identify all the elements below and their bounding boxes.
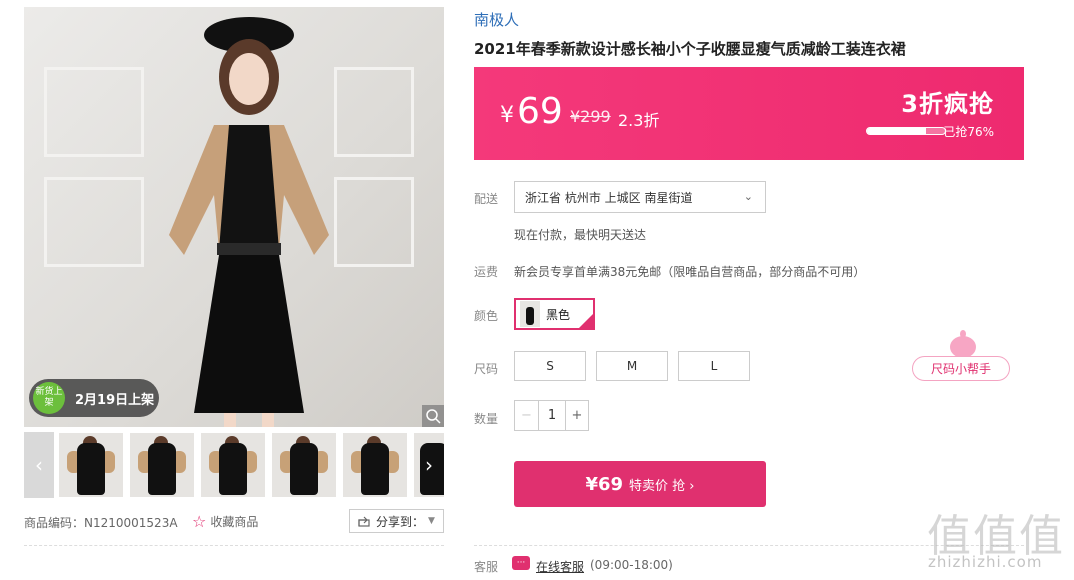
color-swatch [520,301,540,327]
watermark-url: zhizhizhi.com [928,553,1043,571]
buy-now-button[interactable]: ¥69 特卖价 抢 › [514,461,766,507]
current-price: 69 [517,91,563,132]
original-price: ¥299 [570,107,611,126]
favorite-button[interactable]: ☆ 收藏商品 [192,512,258,531]
quantity-increase-button[interactable]: + [565,401,588,430]
thumbnail-4[interactable] [272,433,336,497]
favorite-label: 收藏商品 [210,515,259,529]
delivery-label: 配送 [474,192,499,206]
background-wall-panel [44,67,144,157]
chevron-down-icon: ▼ [428,516,435,526]
delivery-location-value: 浙江省 杭州市 上城区 南星街道 [525,190,693,205]
product-code: 商品编码：N1210001523A [24,516,178,530]
zoom-icon[interactable] [422,405,444,427]
quantity-value[interactable]: 1 [539,401,565,430]
chat-icon: ··· [512,556,530,570]
new-arrival-badge: 新货上架 2月19日上架 [29,379,159,417]
size-label: 尺码 [474,362,499,376]
sold-progress-bar [866,127,946,135]
sold-percentage: 已抢76% [943,125,994,139]
helper-mascot-icon [950,330,976,358]
size-helper-button[interactable]: 尺码小帮手 [912,330,1010,382]
thumbnail-1[interactable] [59,433,123,497]
sold-progress-fill [867,128,927,134]
size-helper-label: 尺码小帮手 [912,356,1010,381]
chevron-down-icon: ⌄ [743,190,753,203]
product-title: 2021年春季新款设计感长袖小个子收腰显瘦气质减龄工装连衣裙 [474,40,906,58]
color-label: 颜色 [474,309,499,323]
color-option-black[interactable]: 黑色 [514,298,595,330]
buy-price: ¥69 [585,473,624,495]
brand-link[interactable]: 南极人 [474,9,519,30]
price-banner: ¥ 69 ¥299 2.3折 3折疯抢 已抢76% [474,67,1024,160]
new-arrival-icon: 新货上架 [33,382,65,414]
color-option-label: 黑色 [546,307,571,322]
customer-service-label: 客服 [474,560,499,574]
share-button[interactable]: 分享到： ▼ [349,509,444,533]
new-arrival-date: 2月19日上架 [75,392,155,408]
delivery-note: 现在付款，最快明天送达 [514,228,647,242]
thumbnail-strip: ‹ › [24,432,444,498]
background-wall-panel [44,177,144,267]
thumbnail-prev-arrow[interactable]: ‹ [24,432,54,498]
size-option-s[interactable]: S [514,351,586,381]
divider [24,545,444,546]
quantity-stepper: − 1 + [514,400,589,431]
buy-label: 特卖价 抢 › [629,478,695,494]
star-icon: ☆ [192,512,207,531]
quantity-label: 数量 [474,412,499,426]
thumbnail-2[interactable] [130,433,194,497]
main-product-image[interactable]: 新货上架 2月19日上架 [24,7,444,427]
background-wall-panel [334,177,414,267]
delivery-location-select[interactable]: 浙江省 杭州市 上城区 南星街道 ⌄ [514,181,766,213]
size-option-l[interactable]: L [678,351,750,381]
thumbnail-5[interactable] [343,433,407,497]
model-wearing-dress [169,17,329,427]
discount-rate: 2.3折 [618,111,660,130]
promo-title: 3折疯抢 [901,90,994,118]
selected-check-icon [579,314,593,328]
shipping-label: 运费 [474,265,499,279]
product-meta-row: 商品编码：N1210001523A ☆ 收藏商品 分享到： ▼ [24,508,444,534]
currency-symbol: ¥ [500,103,514,128]
online-service-link[interactable]: 在线客服 [536,558,584,575]
size-option-m[interactable]: M [596,351,668,381]
share-label: 分享到： [376,514,425,529]
share-icon [358,516,370,527]
thumbnail-3[interactable] [201,433,265,497]
background-wall-panel [334,67,414,157]
thumbnail-next-arrow[interactable]: › [414,432,444,498]
service-hours: (09:00-18:00) [590,558,673,572]
shipping-text: 新会员专享首单满38元免邮（限唯品自营商品，部分商品不可用） [514,265,866,279]
quantity-decrease-button[interactable]: − [515,401,539,430]
